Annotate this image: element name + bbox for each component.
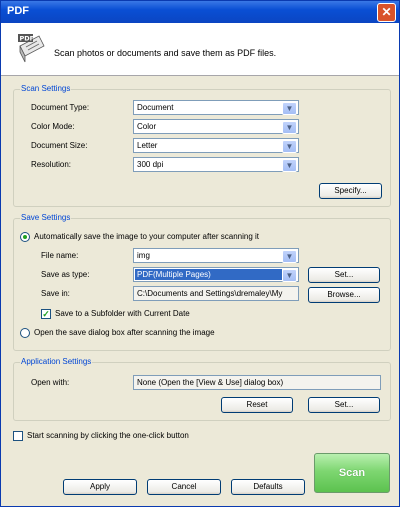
- scan-button[interactable]: Scan: [314, 453, 390, 493]
- apply-button[interactable]: Apply: [63, 479, 137, 495]
- title-bar: PDF ✕: [1, 1, 399, 23]
- save-as-type-value: PDF(Multiple Pages): [135, 269, 282, 280]
- chevron-down-icon[interactable]: ▼: [282, 269, 297, 282]
- resolution-value: 300 dpi: [137, 160, 164, 169]
- color-mode-label: Color Mode:: [31, 122, 75, 131]
- one-click-checkbox[interactable]: [13, 431, 23, 441]
- reset-button[interactable]: Reset: [221, 397, 293, 413]
- save-in-label: Save in:: [41, 289, 70, 298]
- defaults-button[interactable]: Defaults: [231, 479, 305, 495]
- one-click-label: Start scanning by clicking the one-click…: [27, 431, 189, 440]
- document-type-select[interactable]: Document ▼: [133, 100, 299, 115]
- header-description: Scan photos or documents and save them a…: [54, 48, 277, 58]
- save-as-type-label: Save as type:: [41, 270, 90, 279]
- save-as-type-select[interactable]: PDF(Multiple Pages) ▼: [133, 267, 299, 282]
- subfolder-checkbox[interactable]: ✓: [41, 309, 51, 319]
- pdf-icon-text: PDF: [20, 35, 35, 43]
- auto-save-label: Automatically save the image to your com…: [34, 232, 259, 241]
- pdf-document-icon: PDF: [18, 34, 45, 63]
- save-settings-legend: Save Settings: [20, 213, 72, 222]
- resolution-select[interactable]: 300 dpi ▼: [133, 157, 299, 172]
- file-name-combo[interactable]: img ▼: [133, 248, 299, 263]
- save-as-type-set-button[interactable]: Set...: [308, 267, 380, 283]
- document-size-label: Document Size:: [31, 141, 88, 150]
- subfolder-label: Save to a Subfolder with Current Date: [55, 309, 190, 318]
- application-settings-legend: Application Settings: [20, 357, 93, 366]
- application-set-button[interactable]: Set...: [308, 397, 380, 413]
- pdf-dialog: PDF ✕ PDF Scan photos or documents and s…: [0, 0, 400, 507]
- chevron-down-icon[interactable]: ▼: [282, 250, 297, 263]
- document-type-label: Document Type:: [31, 103, 90, 112]
- open-with-value: None (Open the [View & Use] dialog box): [137, 378, 284, 387]
- resolution-label: Resolution:: [31, 160, 72, 169]
- document-type-value: Document: [137, 103, 174, 112]
- chevron-down-icon[interactable]: ▼: [282, 159, 297, 172]
- file-name-label: File name:: [41, 251, 79, 260]
- open-save-dialog-label: Open the save dialog box after scanning …: [34, 328, 215, 337]
- chevron-down-icon[interactable]: ▼: [282, 102, 297, 115]
- color-mode-select[interactable]: Color ▼: [133, 119, 299, 134]
- window-title: PDF: [7, 5, 29, 17]
- scan-settings-legend: Scan Settings: [20, 84, 72, 93]
- save-settings-group: Save Settings Automatically save the ima…: [13, 213, 391, 351]
- auto-save-radio[interactable]: [20, 232, 30, 242]
- chevron-down-icon[interactable]: ▼: [282, 121, 297, 134]
- specify-button[interactable]: Specify...: [319, 183, 382, 199]
- open-save-dialog-radio[interactable]: [20, 328, 30, 338]
- browse-button[interactable]: Browse...: [308, 287, 380, 303]
- save-in-field[interactable]: C:\Documents and Settings\dremaley\My: [133, 286, 299, 301]
- scan-settings-group: Scan Settings Document Type: Document ▼ …: [13, 84, 391, 207]
- file-name-value: img: [137, 251, 150, 260]
- close-button[interactable]: ✕: [377, 3, 396, 22]
- color-mode-value: Color: [137, 122, 157, 131]
- document-size-value: Letter: [137, 141, 158, 150]
- open-with-label: Open with:: [31, 378, 70, 387]
- chevron-down-icon[interactable]: ▼: [282, 140, 297, 153]
- application-settings-group: Application Settings Open with: None (Op…: [13, 357, 391, 421]
- open-with-field: None (Open the [View & Use] dialog box): [133, 375, 381, 390]
- cancel-button[interactable]: Cancel: [147, 479, 221, 495]
- save-in-value: C:\Documents and Settings\dremaley\My: [137, 289, 283, 298]
- document-size-select[interactable]: Letter ▼: [133, 138, 299, 153]
- header-panel: PDF Scan photos or documents and save th…: [1, 23, 399, 76]
